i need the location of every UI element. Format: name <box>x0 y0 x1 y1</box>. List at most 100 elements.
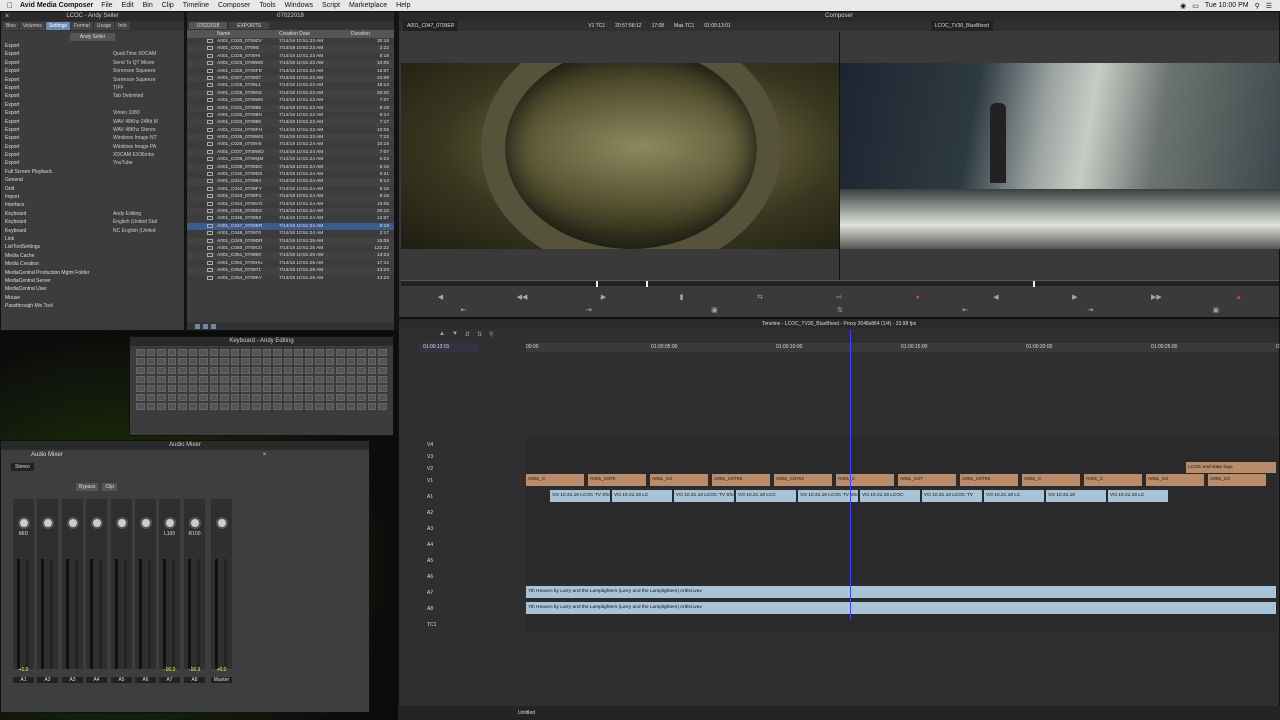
setting-row[interactable]: Export Windows Image PA <box>5 143 184 151</box>
track-body[interactable] <box>526 537 1278 552</box>
keyboard-key[interactable] <box>378 394 387 401</box>
record-icon[interactable]: ● <box>916 294 920 301</box>
keyboard-key[interactable] <box>241 349 250 356</box>
lift-icon[interactable]: ▲ <box>1235 294 1242 301</box>
track-header[interactable]: TC1 <box>427 617 527 633</box>
keyboard-key[interactable] <box>230 349 240 356</box>
track-body[interactable] <box>526 569 1278 584</box>
video-clip[interactable]: A001_C0 <box>1208 474 1266 486</box>
keyboard-key[interactable] <box>346 367 356 374</box>
music-clip[interactable]: 7th Heaven by Larry and the Lamplighters… <box>526 586 1276 598</box>
keyboard-key[interactable] <box>378 349 387 356</box>
setting-row[interactable]: ListToolSettings <box>5 243 184 251</box>
bin-row[interactable]: A001_C040_0709DS 7/14/18 10:51:24 AM 6:21 <box>187 171 394 178</box>
volume-fader[interactable] <box>197 559 200 669</box>
setting-row[interactable]: Keyboard English (United Stat <box>5 218 184 226</box>
keyboard-key[interactable] <box>230 403 240 410</box>
keyboard-key[interactable] <box>378 376 387 383</box>
keyboard-key[interactable] <box>283 349 293 356</box>
pan-knob[interactable] <box>215 517 228 529</box>
keyboard-key[interactable] <box>188 358 198 365</box>
bin-row[interactable]: A001_C027_070937 7/14/18 10:51:23 AM 24:09 <box>187 74 394 83</box>
position-indicator[interactable] <box>850 330 851 620</box>
mixer-mode-select[interactable]: Stereo <box>11 463 34 471</box>
bin-view-icon[interactable] <box>211 323 216 329</box>
tab-bins[interactable]: Bins <box>3 22 19 30</box>
keyboard-key[interactable] <box>367 385 377 392</box>
bin-row[interactable]: A001_C041_070984 7/14/18 10:51:24 AM 9:14 <box>187 178 394 186</box>
splice-icon[interactable]: ⇆ <box>757 293 763 301</box>
keyboard-key[interactable] <box>346 349 356 356</box>
setting-row[interactable]: MediaCentral User <box>5 285 184 293</box>
keyboard-key[interactable] <box>146 385 156 392</box>
keyboard-key[interactable] <box>136 367 145 374</box>
bin-view-icon[interactable] <box>203 323 208 329</box>
keyboard-key[interactable] <box>357 349 366 356</box>
keyboard-key[interactable] <box>294 376 303 383</box>
keyboard-key[interactable] <box>178 385 187 392</box>
keyboard-key[interactable] <box>199 394 208 401</box>
keyboard-key[interactable] <box>209 385 219 392</box>
track-header[interactable]: A1 <box>427 489 527 505</box>
keyboard-key[interactable] <box>283 394 293 401</box>
bin-row[interactable]: A001_C044_0709VO 7/14/18 10:51:24 AM 10:05 <box>187 201 394 208</box>
keyboard-key[interactable] <box>251 376 261 383</box>
menu-composer[interactable]: Composer <box>218 2 250 9</box>
volume-fader[interactable] <box>148 559 151 669</box>
bin-row[interactable]: A001_C039_0709DC 7/14/18 10:51:24 AM 6:16 <box>187 163 394 172</box>
keyboard-key[interactable] <box>283 358 293 365</box>
col-icon[interactable] <box>187 30 217 38</box>
volume-fader[interactable] <box>50 559 53 669</box>
keyboard-key[interactable] <box>378 358 387 365</box>
pan-knob[interactable] <box>17 517 30 529</box>
bin-row[interactable]: A001_C049_0709DR 7/14/18 10:51:25 AM 15:05 <box>187 237 394 245</box>
keyboard-key[interactable] <box>273 367 282 374</box>
track-header[interactable]: A2 <box>427 505 527 521</box>
keyboard-key[interactable] <box>188 376 198 383</box>
menu-marketplace[interactable]: Marketplace <box>349 2 387 9</box>
bin-row[interactable]: A001_C023_0709W8 7/14/18 10:51:23 AM 10:05 <box>187 60 394 68</box>
overwrite-icon[interactable]: ⇨ <box>836 293 842 301</box>
pan-knob[interactable] <box>163 517 176 529</box>
video-clip[interactable]: A001_C0702 <box>774 474 832 486</box>
keyboard-key[interactable] <box>146 358 156 365</box>
play-icon[interactable]: ▶ <box>601 293 606 301</box>
keyboard-key[interactable] <box>367 367 377 374</box>
timeline-ruler[interactable]: 00:00 01:00:05:00 01:00:10:00 01:00:15:00 01… <box>526 343 1280 352</box>
keyboard-key[interactable] <box>136 385 145 392</box>
track-header[interactable]: V1 <box>427 473 527 489</box>
setting-row[interactable]: Export TIFF <box>5 84 184 92</box>
keyboard-key[interactable] <box>209 367 219 374</box>
record-monitor[interactable] <box>840 63 1280 249</box>
keyboard-key[interactable] <box>136 403 145 410</box>
setting-row[interactable]: Export Windows Image NT <box>5 134 184 142</box>
keyboard-key[interactable] <box>178 349 187 356</box>
track-body[interactable] <box>526 553 1278 568</box>
bin-row[interactable]: A001_C026_0709FD 7/14/18 10:51:23 AM 12:07 <box>187 68 394 75</box>
keyboard-key[interactable] <box>315 376 324 383</box>
track-body[interactable]: A001_C A001_C070 A001_C0 A001_C0709 A001_C07… <box>526 473 1278 488</box>
setting-row[interactable]: Link <box>5 235 184 243</box>
keyboard-key[interactable] <box>357 367 366 374</box>
setting-row[interactable]: Export Sorenson Squeeze <box>5 76 184 84</box>
keyboard-key[interactable] <box>157 394 166 401</box>
keyboard-key[interactable] <box>178 376 187 383</box>
keyboard-key[interactable] <box>209 394 219 401</box>
keyboard-key[interactable] <box>167 376 177 383</box>
keyboard-key[interactable] <box>325 394 335 401</box>
keyboard-key[interactable] <box>220 349 229 356</box>
keyboard-key[interactable] <box>241 367 250 374</box>
track-header[interactable]: A8 <box>427 601 527 617</box>
mark-in-icon[interactable]: ◀ <box>438 293 443 301</box>
setting-row[interactable]: Import <box>5 193 184 201</box>
keyboard-grid[interactable] <box>130 346 393 413</box>
trim-icon[interactable]: ⇅ <box>477 331 482 338</box>
setting-row[interactable]: Export <box>5 101 184 109</box>
keyboard-key[interactable] <box>367 376 377 383</box>
keyboard-key[interactable] <box>283 385 293 392</box>
bin-row[interactable]: A001_C052_0709HU 7/14/18 10:51:25 AM 17:12 <box>187 260 394 267</box>
track-body[interactable]: VO 10.31.18 LCOC TV Short VO 10.31.18 LC V… <box>526 489 1278 504</box>
go-in-icon[interactable]: ⇤ <box>962 306 968 314</box>
keyboard-key[interactable] <box>294 403 303 410</box>
go-out-icon[interactable]: ⇥ <box>586 306 592 314</box>
